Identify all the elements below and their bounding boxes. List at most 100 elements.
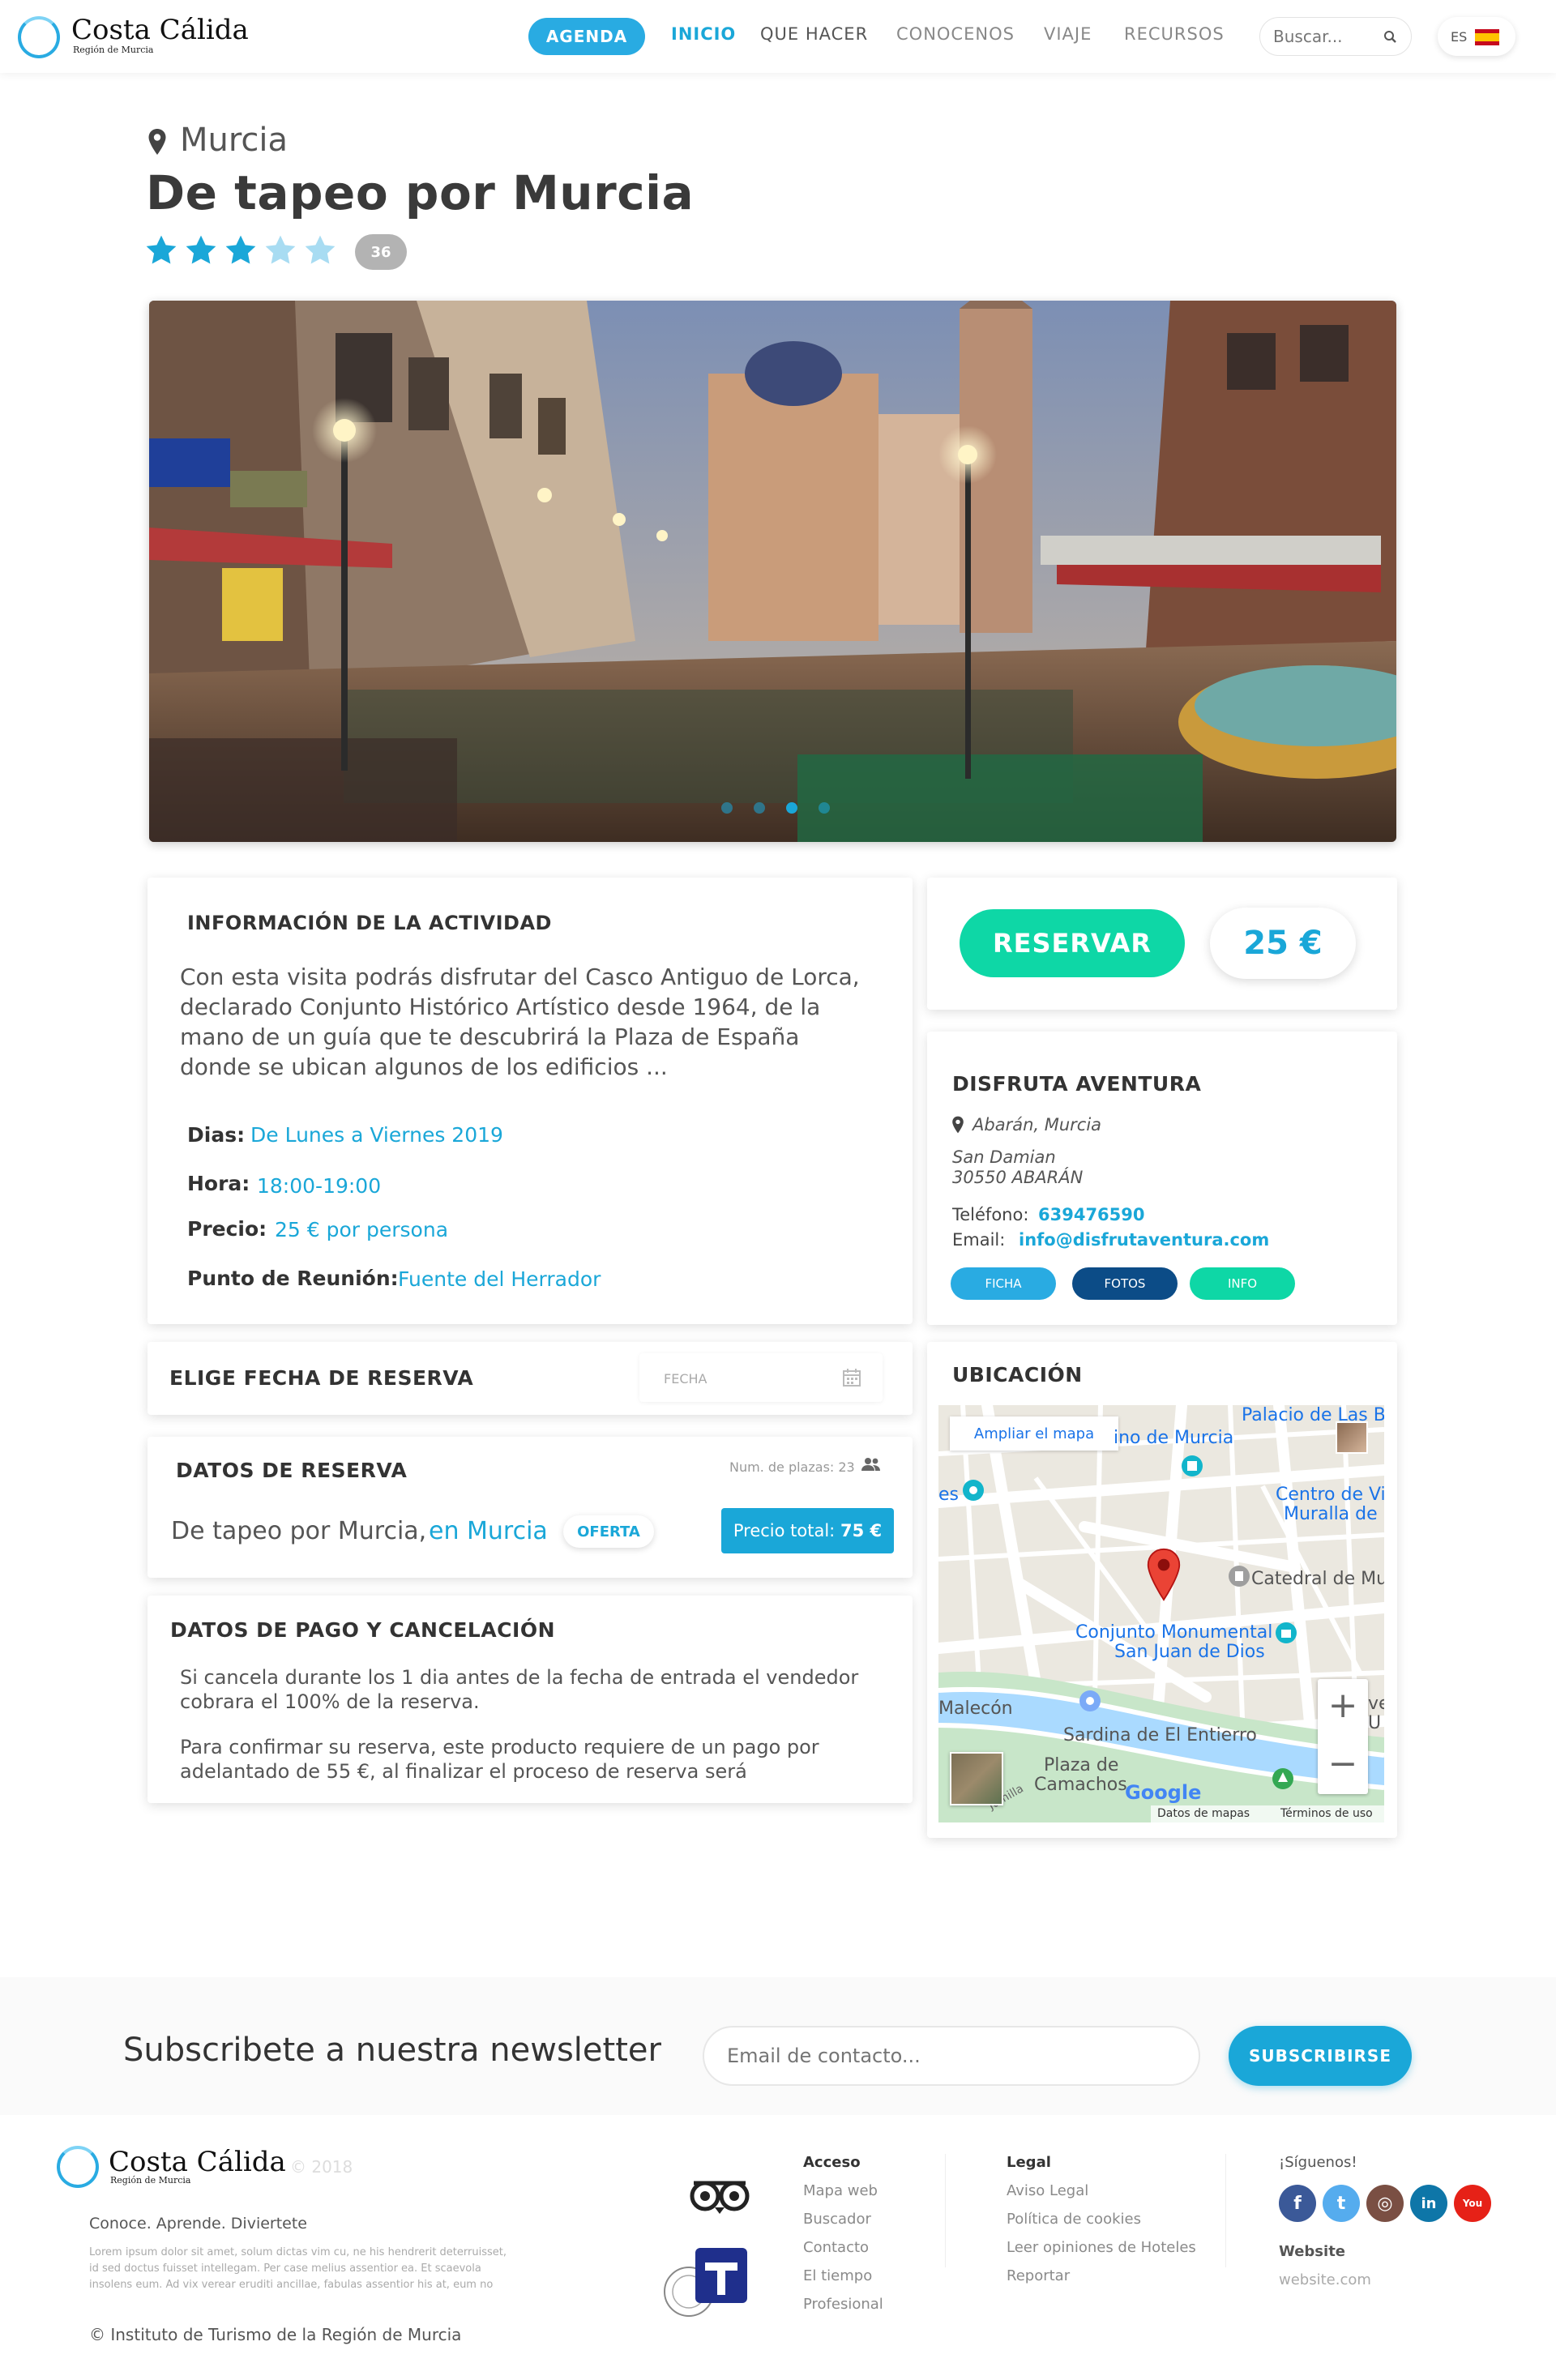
footer-divider: [945, 2154, 946, 2267]
language-selector[interactable]: ES: [1438, 17, 1515, 56]
days-value: De Lunes a Viernes 2019: [250, 1123, 503, 1147]
payment-cancellation-card: DATOS DE PAGO Y CANCELACIÓN Si cancela d…: [147, 1596, 913, 1803]
carousel-dot[interactable]: [754, 802, 765, 814]
map-label: ino de Murcia: [1114, 1428, 1234, 1448]
instagram-icon[interactable]: ◎: [1366, 2185, 1404, 2222]
search-icon[interactable]: [1383, 30, 1398, 45]
carousel-dot[interactable]: [819, 802, 830, 814]
date-input[interactable]: FECHA: [639, 1353, 883, 1402]
info-button[interactable]: INFO: [1190, 1267, 1295, 1300]
linkedin-icon[interactable]: in: [1410, 2185, 1447, 2222]
footer-link-profesional[interactable]: Profesional: [803, 2296, 883, 2313]
ficha-button[interactable]: FICHA: [951, 1267, 1056, 1300]
carousel-dots: [721, 801, 830, 814]
map-label: Plaza de: [1044, 1755, 1119, 1775]
map-label: San Juan de Dios: [1114, 1642, 1265, 1662]
map-data-link[interactable]: Datos de mapas: [1157, 1807, 1250, 1820]
map-label: Conjunto Monumental: [1075, 1622, 1273, 1643]
tourism-quality-seal-icon[interactable]: [661, 2245, 750, 2319]
poi-icon: [1272, 1768, 1293, 1789]
poi-icon: [1182, 1455, 1203, 1476]
map-label: Malecón: [938, 1698, 1013, 1719]
carousel-dot[interactable]: [721, 802, 733, 814]
facebook-icon[interactable]: f: [1279, 2185, 1316, 2222]
agenda-button[interactable]: AGENDA: [528, 18, 645, 55]
map-terms-link[interactable]: Términos de uso: [1280, 1807, 1373, 1820]
price-label: Precio:: [187, 1217, 267, 1241]
youtube-icon[interactable]: You: [1454, 2185, 1491, 2222]
footer-link-buscador[interactable]: Buscador: [803, 2211, 871, 2228]
footer-website-link[interactable]: website.com: [1279, 2271, 1371, 2288]
map-zoom-controls: + −: [1318, 1679, 1368, 1794]
newsletter-section: Subscribete a nuestra newsletter SUBSCRI…: [0, 1977, 1556, 2115]
nav-inicio[interactable]: INICIO: [671, 24, 736, 44]
map-enlarge-link[interactable]: Ampliar el mapa: [950, 1416, 1118, 1451]
offer-badge: OFERTA: [563, 1515, 654, 1548]
map-label: Palacio de Las B: [1242, 1405, 1384, 1425]
twitter-icon[interactable]: t: [1323, 2185, 1360, 2222]
carousel-dot-active[interactable]: [786, 802, 797, 814]
newsletter-title: Subscribete a nuestra newsletter: [123, 2032, 661, 2069]
map-label: Centro de Vi: [1276, 1485, 1384, 1505]
poi-icon: [1229, 1566, 1250, 1587]
hour-value: 18:00-19:00: [257, 1174, 382, 1198]
location-card: UBICACIÓN Ampliar el mapa Palacio de Las…: [927, 1342, 1397, 1838]
search-input[interactable]: [1273, 26, 1379, 47]
provider-address-line1: San Damian: [952, 1147, 1056, 1167]
calendar-icon[interactable]: [842, 1368, 861, 1387]
provider-email[interactable]: info@disfrutaventura.com: [1019, 1230, 1269, 1250]
search-box[interactable]: [1259, 17, 1412, 56]
provider-city: Abarán, Murcia: [972, 1115, 1102, 1134]
newsletter-email-input[interactable]: [703, 2026, 1200, 2086]
logo-subtitle: Región de Murcia: [73, 45, 154, 55]
payment-prepay-policy: Para confirmar su reserva, este producto…: [180, 1736, 819, 1783]
tripadvisor-icon[interactable]: [686, 2172, 754, 2214]
phone-label: Teléfono:: [952, 1205, 1029, 1224]
logo-title[interactable]: Costa Cálida: [71, 14, 249, 46]
footer-website-heading: Website: [1279, 2243, 1346, 2260]
total-price-button[interactable]: Precio total: 75 €: [721, 1508, 894, 1553]
reserve-button[interactable]: RESERVAR: [960, 909, 1185, 977]
footer-acceso-heading: Acceso: [803, 2154, 861, 2171]
provider-phone[interactable]: 639476590: [1038, 1205, 1145, 1224]
google-map[interactable]: Ampliar el mapa Palacio de Las B ino de …: [938, 1405, 1384, 1822]
reservation-card: DATOS DE RESERVA Num. de plazas: 23 De t…: [147, 1437, 913, 1578]
map-marker-icon[interactable]: [1146, 1548, 1182, 1601]
nav-conocenos[interactable]: CONOCENOS: [896, 24, 1015, 44]
poi-icon: [1079, 1690, 1101, 1711]
footer-link-mapa-web[interactable]: Mapa web: [803, 2182, 878, 2199]
reservation-item-place[interactable]: en Murcia: [429, 1516, 548, 1546]
hero-image-carousel[interactable]: [149, 301, 1396, 842]
map-satellite-toggle[interactable]: [950, 1752, 1003, 1805]
zoom-in-button[interactable]: +: [1318, 1679, 1368, 1736]
meeting-point-value[interactable]: Fuente del Herrador: [398, 1267, 601, 1291]
footer-description: Lorem ipsum dolor sit amet, solum dictas…: [89, 2246, 507, 2291]
footer-link-contacto[interactable]: Contacto: [803, 2239, 869, 2256]
subscribe-button[interactable]: SUBSCRIBIRSE: [1229, 2026, 1412, 2086]
star-icon: [225, 235, 256, 264]
rating-stars: [144, 233, 347, 271]
star-empty-icon: [265, 235, 296, 264]
footer-year: © 2018: [290, 2157, 353, 2177]
logo-icon[interactable]: [18, 16, 60, 58]
location-heading: UBICACIÓN: [952, 1363, 1083, 1387]
fotos-button[interactable]: FOTOS: [1072, 1267, 1178, 1300]
zoom-out-button[interactable]: −: [1318, 1737, 1368, 1794]
map-label: Muralla de: [1284, 1504, 1378, 1524]
footer-link-cookies[interactable]: Política de cookies: [1007, 2211, 1141, 2228]
review-count-badge[interactable]: 36: [355, 234, 407, 270]
map-label: Sardina de El Entierro: [1063, 1725, 1257, 1745]
nav-recursos[interactable]: RECURSOS: [1124, 24, 1225, 44]
payment-heading: DATOS DE PAGO Y CANCELACIÓN: [170, 1618, 556, 1642]
date-placeholder: FECHA: [664, 1371, 707, 1387]
footer-link-opiniones[interactable]: Leer opiniones de Hoteles: [1007, 2239, 1196, 2256]
footer-link-el-tiempo[interactable]: El tiempo: [803, 2267, 872, 2284]
footer-link-aviso-legal[interactable]: Aviso Legal: [1007, 2182, 1088, 2199]
star-icon: [186, 235, 216, 264]
nav-viaje[interactable]: VIAJE: [1044, 24, 1092, 44]
map-thumbnail[interactable]: [1336, 1421, 1368, 1454]
map-attribution: Datos de mapas Términos de uso: [1151, 1805, 1384, 1822]
footer-link-reportar[interactable]: Reportar: [1007, 2267, 1070, 2284]
meeting-point-label: Punto de Reunión:: [187, 1267, 399, 1290]
nav-que-hacer[interactable]: QUE HACER: [760, 24, 868, 44]
